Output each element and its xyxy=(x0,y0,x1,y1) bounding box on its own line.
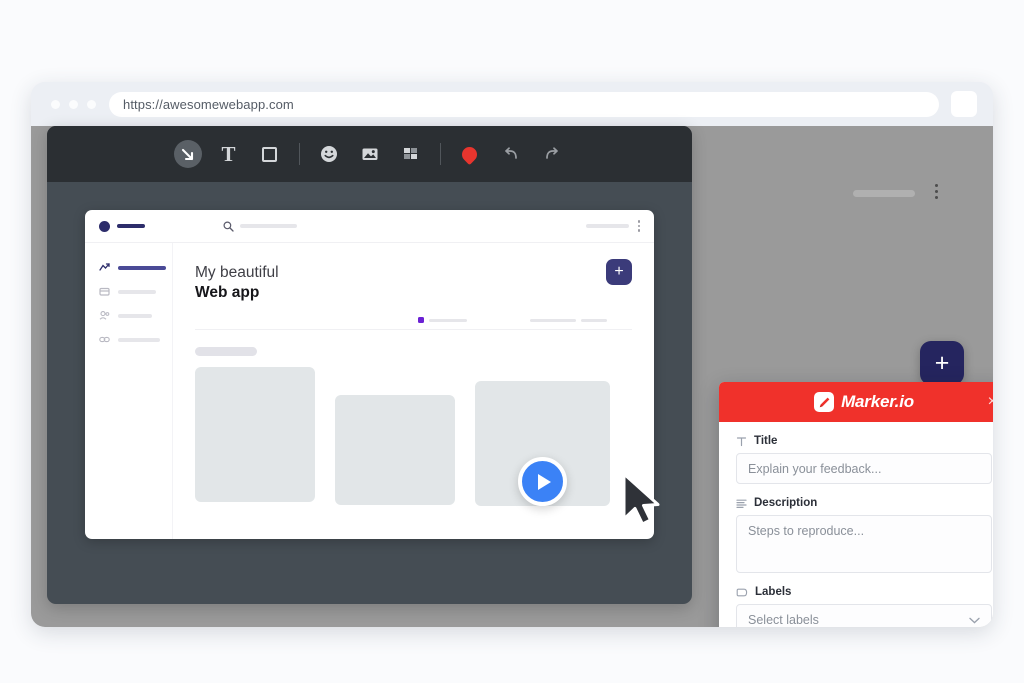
webapp-topbar xyxy=(85,210,654,243)
title-input-placeholder: Explain your feedback... xyxy=(748,461,882,476)
webapp-topbar-actions xyxy=(585,220,640,232)
description-textarea[interactable]: Steps to reproduce... xyxy=(736,515,992,573)
description-field-label: Description xyxy=(736,497,992,509)
browser-viewport: T My beautiful Web app + + Marker.io × T… xyxy=(31,126,993,627)
step-line-1 xyxy=(429,318,467,322)
sidebar-item-4-label xyxy=(118,337,160,342)
step-marker xyxy=(418,317,424,323)
webapp-search-placeholder xyxy=(240,224,297,228)
emoji-tool[interactable] xyxy=(315,140,343,168)
webapp-content-pill xyxy=(195,346,257,356)
users-icon xyxy=(99,310,110,321)
webapp-body: My beautiful Web app + xyxy=(85,243,654,539)
webapp-main: My beautiful Web app + xyxy=(173,243,654,539)
webapp-add-button-label: + xyxy=(614,263,624,280)
background-kebab-icon[interactable] xyxy=(935,184,938,199)
play-button[interactable] xyxy=(518,457,567,506)
text-tool-glyph: T xyxy=(221,141,236,166)
close-icon[interactable]: × xyxy=(988,394,993,410)
marker-feedback-widget: Marker.io × Title Explain your feedback.… xyxy=(719,382,993,627)
labels-select[interactable]: Select labels xyxy=(736,604,992,627)
text-tool[interactable]: T xyxy=(215,140,243,168)
sidebar-item-4[interactable] xyxy=(99,331,172,348)
sidebar-item-1[interactable] xyxy=(99,259,172,276)
webapp-kebab-icon[interactable] xyxy=(637,220,640,232)
labels-select-value: Select labels xyxy=(748,612,819,627)
rectangle-tool[interactable] xyxy=(256,140,284,168)
tag-icon xyxy=(736,587,748,598)
close-window-dot[interactable] xyxy=(51,99,60,109)
webapp-divider xyxy=(195,328,632,330)
description-textarea-placeholder: Steps to reproduce... xyxy=(748,524,865,538)
browser-chrome: https://awesomewebapp.com xyxy=(31,82,993,126)
annotation-toolbar: T xyxy=(47,126,692,182)
address-bar[interactable]: https://awesomewebapp.com xyxy=(109,91,939,117)
webapp-logo-text xyxy=(117,224,145,228)
labels-label-text: Labels xyxy=(755,586,792,598)
webapp-step-indicator xyxy=(418,317,607,323)
link-icon xyxy=(99,334,110,345)
sidebar-item-2-label xyxy=(118,289,156,294)
placeholder-card xyxy=(335,395,455,505)
toolbar-divider-2 xyxy=(439,143,441,165)
text-format-icon xyxy=(736,436,747,447)
sidebar-item-1-label xyxy=(118,265,166,270)
webapp-heading-line2: Web app xyxy=(195,283,260,301)
description-lines-icon xyxy=(736,498,747,509)
webapp-logo-mark xyxy=(99,220,110,232)
arrow-tool[interactable] xyxy=(173,140,202,168)
dashboard-icon xyxy=(99,262,110,273)
widget-brand: Marker.io xyxy=(841,392,914,411)
screenshot-stage: https://awesomewebapp.com T My beautiful… xyxy=(0,0,1024,683)
address-bar-url: https://awesomewebapp.com xyxy=(123,96,294,112)
captured-webapp: My beautiful Web app + xyxy=(85,210,654,539)
maximize-window-dot[interactable] xyxy=(87,99,96,109)
traffic-lights xyxy=(51,99,96,109)
labels-field-label: Labels xyxy=(736,586,992,598)
description-label-text: Description xyxy=(754,497,818,509)
widget-header: Marker.io × xyxy=(719,382,993,422)
blur-tool[interactable] xyxy=(397,140,425,168)
webapp-add-button[interactable]: + xyxy=(606,259,632,285)
color-picker[interactable] xyxy=(456,140,484,168)
step-line-3 xyxy=(581,318,607,322)
field-spacer xyxy=(736,573,992,586)
card-icon xyxy=(99,286,110,297)
webapp-search[interactable] xyxy=(223,221,297,232)
placeholder-card xyxy=(195,367,315,502)
chevron-down-icon xyxy=(969,613,980,627)
webapp-heading-line1: My beautiful xyxy=(195,264,279,281)
browser-action-button[interactable] xyxy=(951,91,977,117)
minimize-window-dot[interactable] xyxy=(69,99,78,109)
webapp-heading: My beautiful Web app xyxy=(195,263,632,303)
title-input[interactable]: Explain your feedback... xyxy=(736,453,992,484)
webapp-sidebar xyxy=(85,243,173,539)
title-field-label: Title xyxy=(736,435,992,447)
step-line-2 xyxy=(530,318,576,322)
browser-window: https://awesomewebapp.com T My beautiful… xyxy=(31,82,993,627)
title-label-text: Title xyxy=(754,435,778,447)
feedback-fab-button[interactable]: + xyxy=(920,341,964,385)
webapp-topbar-item[interactable] xyxy=(585,224,629,228)
feedback-fab-label: + xyxy=(934,348,950,377)
background-page-bar xyxy=(853,190,915,197)
widget-body: Title Explain your feedback... Descripti… xyxy=(719,422,993,627)
undo-tool[interactable] xyxy=(497,140,525,168)
mouse-cursor-icon xyxy=(619,471,667,534)
sidebar-item-2[interactable] xyxy=(99,283,172,300)
sidebar-item-3[interactable] xyxy=(99,307,172,324)
toolbar-divider-1 xyxy=(298,143,300,165)
image-tool[interactable] xyxy=(356,140,384,168)
field-spacer xyxy=(736,484,992,497)
screenshot-annotator: T My beautiful Web app + xyxy=(47,126,692,604)
rectangle-tool-glyph xyxy=(262,146,277,162)
redo-tool[interactable] xyxy=(538,140,566,168)
search-icon xyxy=(223,221,234,232)
marker-logo-icon xyxy=(814,392,835,412)
color-swatch-red xyxy=(458,143,481,165)
sidebar-item-3-label xyxy=(118,313,152,318)
